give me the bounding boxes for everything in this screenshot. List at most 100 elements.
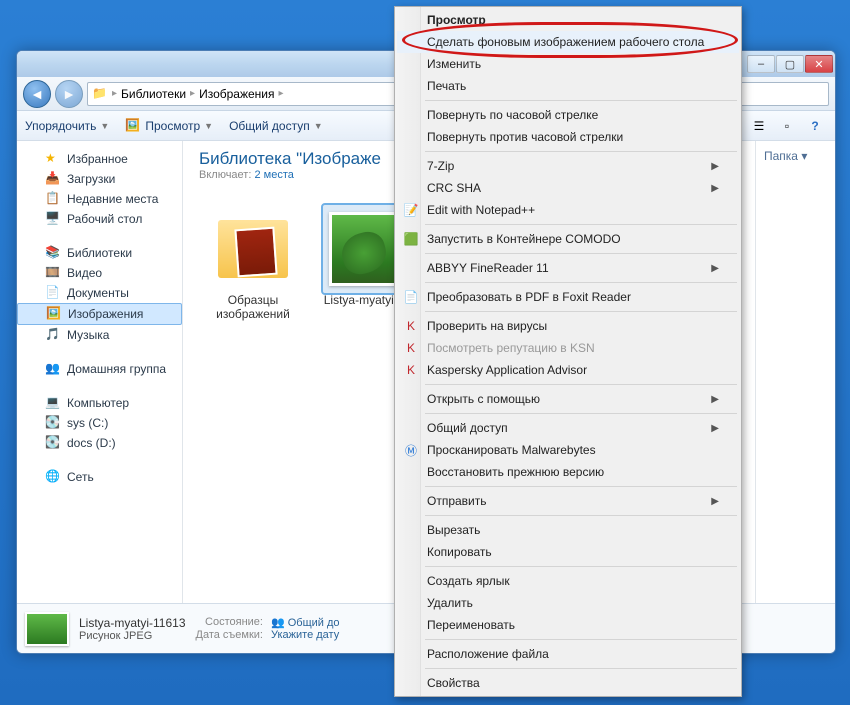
context-menu-item[interactable]: Повернуть по часовой стрелке [397,104,739,126]
context-menu-item[interactable]: Создать ярлык [397,570,739,592]
maximize-button[interactable]: ▢ [776,55,804,73]
details-date-label: Дата съемки: [196,629,263,641]
file-name: Образцы изображений [199,293,307,321]
preview-icon: 🖼️ [125,118,141,134]
file-item-folder[interactable]: Образцы изображений [199,205,307,321]
desktop-icon: 🖥️ [45,211,61,227]
sidebar-item-label: Загрузки [67,172,115,186]
sidebar-item-video[interactable]: 🎞️ Видео [17,263,182,283]
context-menu-item[interactable]: Восстановить прежнюю версию [397,461,739,483]
context-menu-separator [425,100,737,101]
context-menu-item[interactable]: Открыть с помощью▶ [397,388,739,410]
sidebar-computer[interactable]: 💻 Компьютер [17,393,182,413]
sidebar-item-images[interactable]: 🖼️ Изображения [17,303,182,325]
sidebar-item-label: docs (D:) [67,436,116,450]
preview-button[interactable]: 🖼️ Просмотр ▼ [125,118,213,134]
menu-item-icon: K [403,340,419,356]
context-menu-item[interactable]: Изменить [397,53,739,75]
context-menu-item[interactable]: CRC SHA▶ [397,177,739,199]
forward-button[interactable]: ► [55,80,83,108]
homegroup-icon: 👥 [45,361,61,377]
sidebar-network[interactable]: 🌐 Сеть [17,467,182,487]
menu-item-icon: K [403,318,419,334]
sidebar-homegroup[interactable]: 👥 Домашняя группа [17,359,182,379]
sidebar-item-documents[interactable]: 📄 Документы [17,283,182,303]
context-menu-item[interactable]: 📝Edit with Notepad++ [397,199,739,221]
back-button[interactable]: ◄ [23,80,51,108]
menu-item-label: Расположение файла [427,647,549,661]
details-filetype: Рисунок JPEG [79,630,186,642]
breadcrumb-item[interactable]: Библиотеки [121,87,186,101]
context-menu-item[interactable]: Переименовать [397,614,739,636]
menu-item-label: Просмотр [427,13,486,27]
context-menu-separator [425,486,737,487]
breadcrumb-item[interactable]: Изображения [199,87,274,101]
sidebar-item-drive-d[interactable]: 💽 docs (D:) [17,433,182,453]
sidebar-favorites[interactable]: ★ Избранное [17,149,182,169]
context-menu-item[interactable]: ⓂПросканировать Malwarebytes [397,439,739,461]
menu-item-label: Сделать фоновым изображением рабочего ст… [427,35,704,49]
context-menu-item[interactable]: Вырезать [397,519,739,541]
sidebar-item-label: Музыка [67,328,109,342]
includes-label: Включает: [199,169,251,181]
details-pane-toggle[interactable]: ▫ [775,115,799,137]
sidebar-item-label: sys (C:) [67,416,108,430]
menu-item-icon: 🟩 [403,231,419,247]
minimize-button[interactable]: – [747,55,775,73]
context-menu-separator [425,413,737,414]
star-icon: ★ [45,151,61,167]
sidebar-item-music[interactable]: 🎵 Музыка [17,325,182,345]
chevron-right-icon: ▸ [112,88,117,99]
close-button[interactable]: ✕ [805,55,833,73]
context-menu-item[interactable]: 7-Zip▶ [397,155,739,177]
context-menu-separator [425,253,737,254]
menu-item-label: Вырезать [427,523,480,537]
sidebar-label: Библиотеки [67,246,132,260]
sidebar-item-label: Документы [67,286,129,300]
details-date-value[interactable]: Укажите дату [271,629,340,641]
library-icon: 📚 [45,245,61,261]
menu-item-icon: K [403,362,419,378]
context-menu-item[interactable]: Копировать [397,541,739,563]
includes-link[interactable]: 2 места [254,169,293,181]
context-menu-item[interactable]: ABBYY FineReader 11▶ [397,257,739,279]
folder-icon [218,220,288,278]
view-options-button[interactable]: ☰ [747,115,771,137]
context-menu-item[interactable]: Печать [397,75,739,97]
context-menu-separator [425,515,737,516]
sidebar-libraries[interactable]: 📚 Библиотеки [17,243,182,263]
chevron-right-icon: ▸ [190,88,195,99]
details-thumbnail [25,612,69,646]
sidebar-item-drive-c[interactable]: 💽 sys (C:) [17,413,182,433]
context-menu-item[interactable]: Свойства [397,672,739,694]
context-menu-item[interactable]: Удалить [397,592,739,614]
sidebar-item-label: Изображения [68,307,143,321]
context-menu-separator [425,311,737,312]
sidebar-item-desktop[interactable]: 🖥️ Рабочий стол [17,209,182,229]
menu-item-label: Копировать [427,545,492,559]
organize-menu[interactable]: Упорядочить ▼ [25,119,109,133]
sidebar-item-downloads[interactable]: 📥 Загрузки [17,169,182,189]
sidebar-item-recent[interactable]: 📋 Недавние места [17,189,182,209]
context-menu-item: KПосмотреть репутацию в KSN [397,337,739,359]
submenu-arrow-icon: ▶ [711,263,719,274]
details-state-value: 👥 Общий до [271,616,340,629]
menu-item-label: Печать [427,79,466,93]
context-menu-item[interactable]: KПроверить на вирусы [397,315,739,337]
context-menu-item[interactable]: Расположение файла [397,643,739,665]
context-menu-item[interactable]: KKaspersky Application Advisor [397,359,739,381]
share-menu[interactable]: Общий доступ ▼ [229,119,323,133]
context-menu-item[interactable]: 📄Преобразовать в PDF в Foxit Reader [397,286,739,308]
context-menu-item[interactable]: Повернуть против часовой стрелки [397,126,739,148]
context-menu-item[interactable]: Общий доступ▶ [397,417,739,439]
video-icon: 🎞️ [45,265,61,281]
music-icon: 🎵 [45,327,61,343]
arrange-by-label[interactable]: Папка ▾ [764,149,807,163]
context-menu-separator [425,639,737,640]
sidebar-item-label: Рабочий стол [67,212,142,226]
help-button[interactable]: ? [803,115,827,137]
context-menu-item[interactable]: Отправить▶ [397,490,739,512]
context-menu-item[interactable]: Сделать фоновым изображением рабочего ст… [397,31,739,53]
context-menu-item[interactable]: Просмотр [397,9,739,31]
context-menu-item[interactable]: 🟩Запустить в Контейнере COMODO [397,228,739,250]
